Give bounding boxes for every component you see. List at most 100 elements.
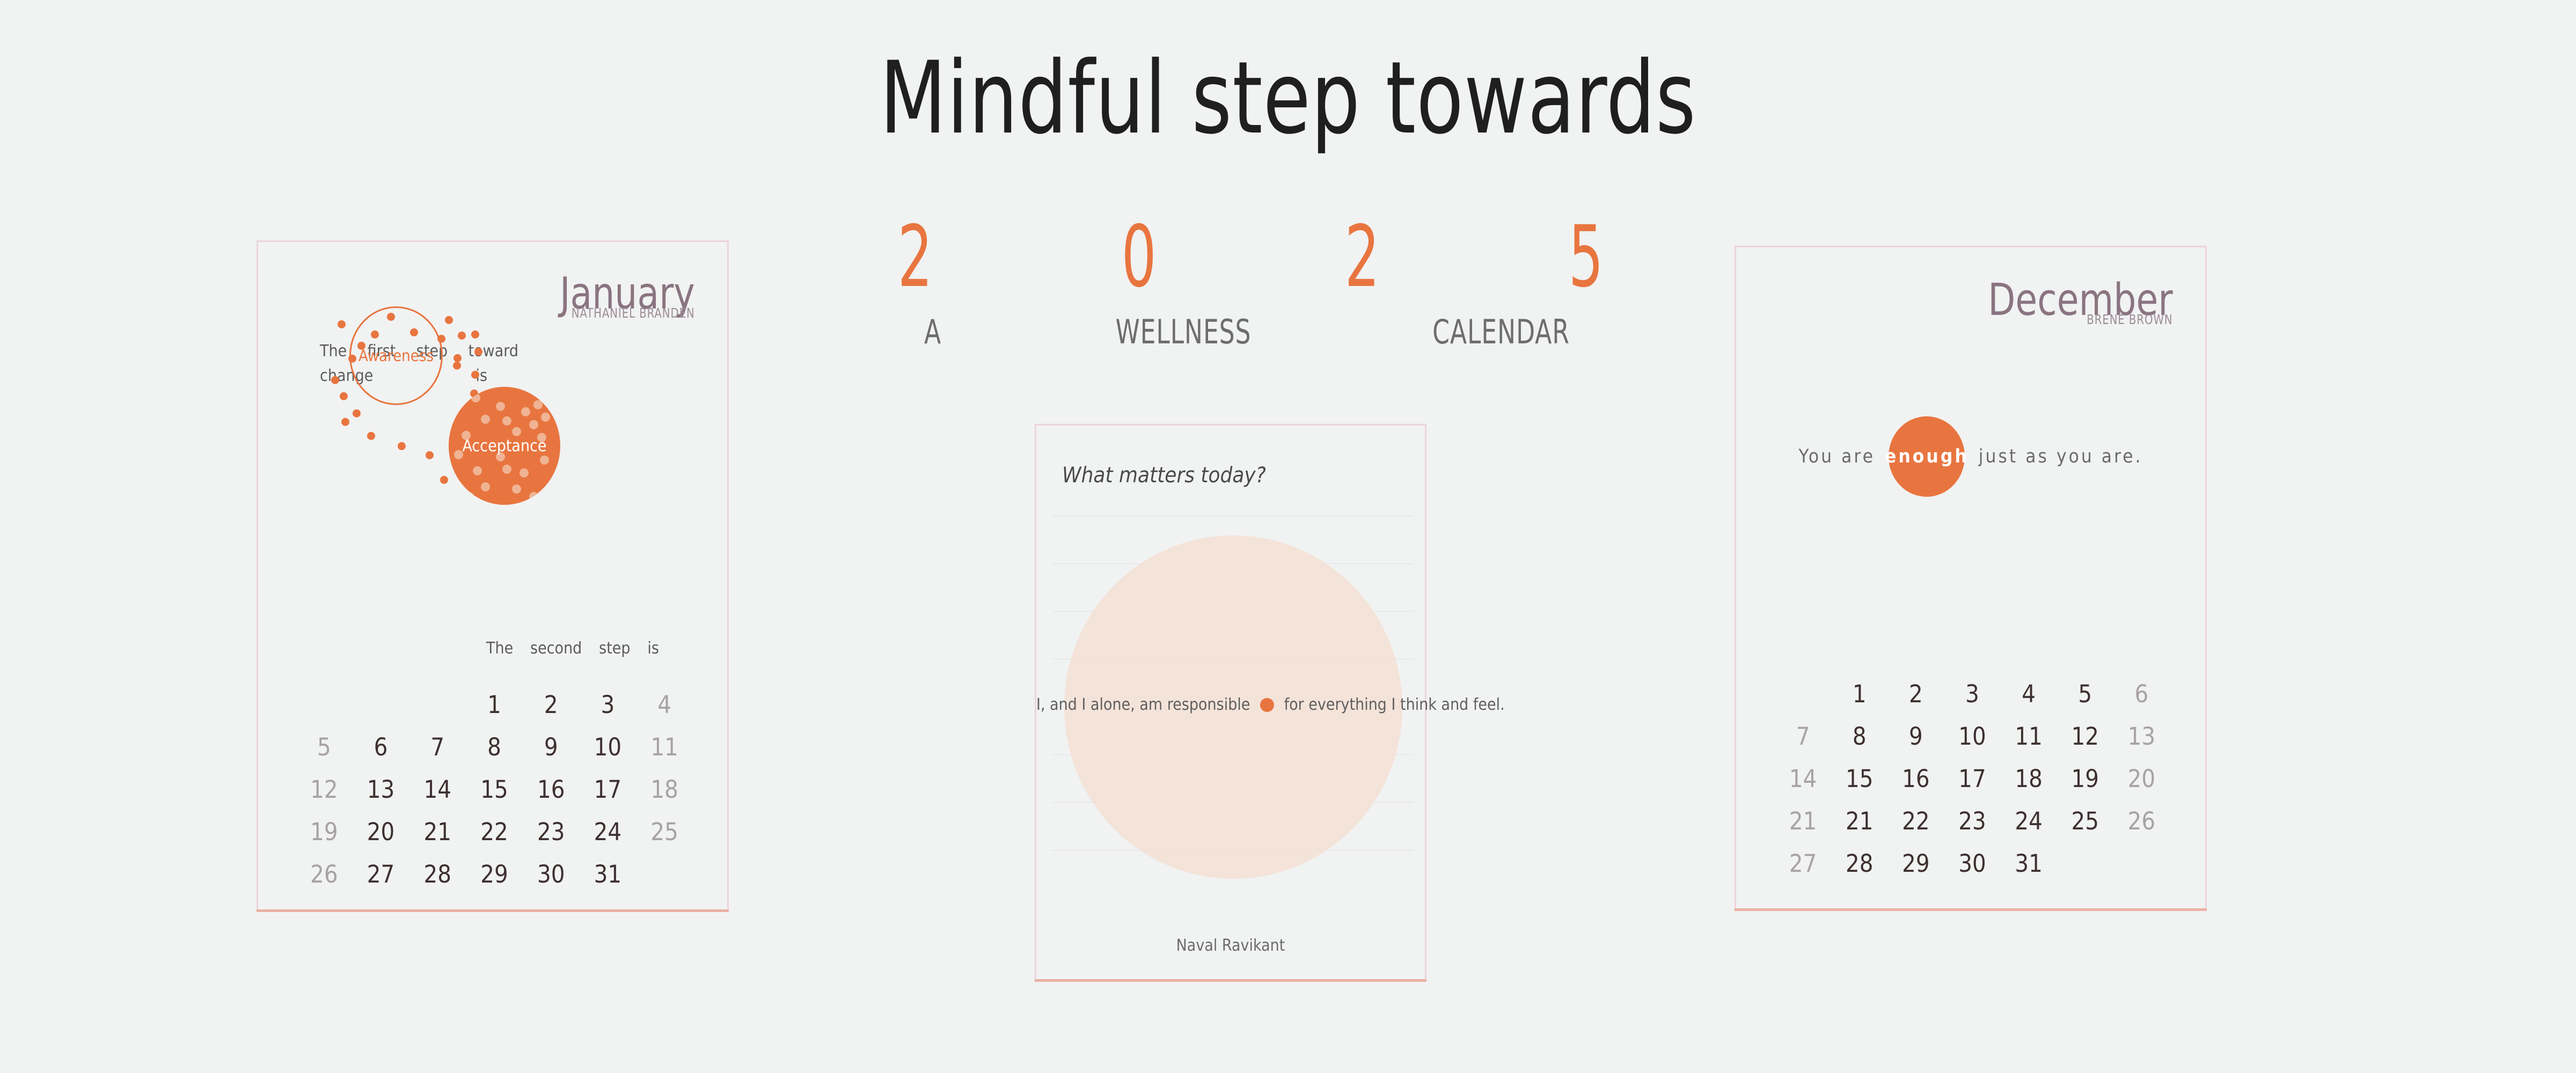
day-cell[interactable]: 16 <box>523 777 580 802</box>
day-cell[interactable]: 18 <box>2001 767 2057 791</box>
day-cell[interactable]: 4 <box>636 693 693 717</box>
day-cell[interactable]: 31 <box>580 862 636 886</box>
january-quote-word: second <box>530 639 582 658</box>
day-cell[interactable]: 29 <box>1887 851 1944 876</box>
day-cell[interactable]: 15 <box>1831 767 1887 791</box>
page-title: Mindful step towards <box>880 40 1696 156</box>
acceptance-circle: Acceptance <box>449 387 560 505</box>
day-cell[interactable]: 14 <box>409 777 466 802</box>
day-cell[interactable]: 30 <box>523 862 580 886</box>
day-cell[interactable]: 19 <box>2057 767 2113 791</box>
day-cell[interactable]: 16 <box>1887 767 1944 791</box>
day-cell[interactable]: 23 <box>523 820 580 844</box>
day-cell[interactable]: 31 <box>2001 851 2057 876</box>
day-cell[interactable]: 1 <box>1831 682 1887 706</box>
day-cell[interactable]: 10 <box>580 735 636 759</box>
day-cell[interactable]: 23 <box>1944 809 2000 833</box>
scatter-dot <box>367 432 375 440</box>
scatter-dot <box>453 354 462 362</box>
day-cell[interactable]: 2 <box>1887 682 1944 706</box>
day-cell[interactable]: 6 <box>2113 682 2170 706</box>
day-cell[interactable]: 22 <box>1887 809 1944 833</box>
day-cell[interactable]: 27 <box>353 862 409 886</box>
day-cell[interactable]: 20 <box>2113 767 2170 791</box>
january-quote-word: is <box>647 639 659 658</box>
day-cell[interactable]: 13 <box>2113 724 2170 748</box>
day-cell[interactable]: 22 <box>466 820 523 844</box>
day-cell[interactable]: 9 <box>1887 724 1944 748</box>
today-quote-before: I, and I alone, am responsible <box>1036 695 1250 714</box>
day-cell[interactable]: 17 <box>1944 767 2000 791</box>
day-cell[interactable]: 11 <box>636 735 693 759</box>
december-quote-highlight: enough <box>1883 416 1971 497</box>
today-author: Naval Ravikant <box>1176 936 1285 955</box>
january-quote-word: step <box>599 639 631 658</box>
day-cell[interactable]: 13 <box>353 777 409 802</box>
day-cell[interactable]: 18 <box>636 777 693 802</box>
today-prompt: What matters today? <box>1062 463 1266 488</box>
acceptance-inner-dot <box>502 416 511 425</box>
acceptance-inner-dot <box>512 427 521 436</box>
acceptance-inner-dot <box>473 466 482 475</box>
day-cell-empty <box>353 693 409 717</box>
day-cell[interactable]: 14 <box>1775 767 1831 791</box>
day-cell[interactable]: 12 <box>296 777 353 802</box>
day-cell[interactable]: 28 <box>1831 851 1887 876</box>
day-cell[interactable]: 7 <box>409 735 466 759</box>
day-cell-empty <box>1775 682 1831 706</box>
december-day-grid[interactable]: 1 2 3 4 5 6 7 8 9 10 11 12 13 14 15 16 17 18 19 20 21 21 22 23 2… <box>1775 682 2170 876</box>
day-cell[interactable]: 1 <box>466 693 523 717</box>
scatter-dot <box>453 362 461 370</box>
day-cell[interactable]: 21 <box>1775 809 1831 833</box>
acceptance-inner-dot <box>529 492 538 501</box>
january-day-grid[interactable]: 1 2 3 4 5 6 7 8 9 10 11 12 13 14 15 16 17 18 19 20 21 22 23 24 2… <box>296 693 693 886</box>
day-cell[interactable]: 8 <box>466 735 523 759</box>
day-cell[interactable]: 11 <box>2001 724 2057 748</box>
day-cell[interactable]: 17 <box>580 777 636 802</box>
day-cell-empty <box>2113 851 2170 876</box>
scatter-dot <box>426 451 434 459</box>
january-calendar-card[interactable]: January NATHANIEL BRANDEN The first step… <box>257 240 729 912</box>
day-cell[interactable]: 5 <box>296 735 353 759</box>
day-cell[interactable]: 20 <box>353 820 409 844</box>
day-cell[interactable]: 3 <box>1944 682 2000 706</box>
day-cell[interactable]: 15 <box>466 777 523 802</box>
acceptance-inner-dot <box>541 413 550 422</box>
acceptance-inner-dot <box>481 415 490 424</box>
day-cell[interactable]: 26 <box>2113 809 2170 833</box>
day-cell[interactable]: 25 <box>636 820 693 844</box>
day-cell[interactable]: 24 <box>580 820 636 844</box>
day-cell[interactable]: 9 <box>523 735 580 759</box>
december-quote-after: just as you are. <box>1978 446 2143 467</box>
day-cell[interactable]: 6 <box>353 735 409 759</box>
day-cell[interactable]: 12 <box>2057 724 2113 748</box>
day-cell[interactable]: 2 <box>523 693 580 717</box>
day-cell[interactable]: 21 <box>1831 809 1887 833</box>
day-cell[interactable]: 19 <box>296 820 353 844</box>
year-subtitle: A WELLNESS CALENDAR <box>869 315 1631 349</box>
day-cell[interactable]: 3 <box>580 693 636 717</box>
day-cell[interactable]: 10 <box>1944 724 2000 748</box>
acceptance-inner-dot <box>519 468 529 477</box>
day-cell[interactable]: 27 <box>1775 851 1831 876</box>
day-cell[interactable]: 5 <box>2057 682 2113 706</box>
day-cell[interactable]: 7 <box>1775 724 1831 748</box>
day-cell[interactable]: 8 <box>1831 724 1887 748</box>
day-cell[interactable]: 4 <box>2001 682 2057 706</box>
acceptance-inner-dot <box>529 420 538 429</box>
january-month-header: January NATHANIEL BRANDEN <box>545 272 695 321</box>
today-journal-card[interactable]: What matters today? I, and I alone, am r… <box>1035 424 1505 982</box>
december-month-header: December BRENÉ BROWN <box>1967 278 2173 327</box>
scatter-dot <box>353 409 361 417</box>
day-cell[interactable]: 24 <box>2001 809 2057 833</box>
year-word-wellness: WELLNESS <box>1115 312 1252 351</box>
day-cell[interactable]: 30 <box>1944 851 2000 876</box>
day-cell[interactable]: 25 <box>2057 809 2113 833</box>
today-quote-after: for everything I think and feel. <box>1284 695 1505 714</box>
day-cell[interactable]: 29 <box>466 862 523 886</box>
day-cell[interactable]: 26 <box>296 862 353 886</box>
day-cell[interactable]: 28 <box>409 862 466 886</box>
december-calendar-card[interactable]: December BRENÉ BROWN You are enough just… <box>1735 246 2207 911</box>
day-cell[interactable]: 21 <box>409 820 466 844</box>
orange-dot-icon <box>1260 698 1275 712</box>
